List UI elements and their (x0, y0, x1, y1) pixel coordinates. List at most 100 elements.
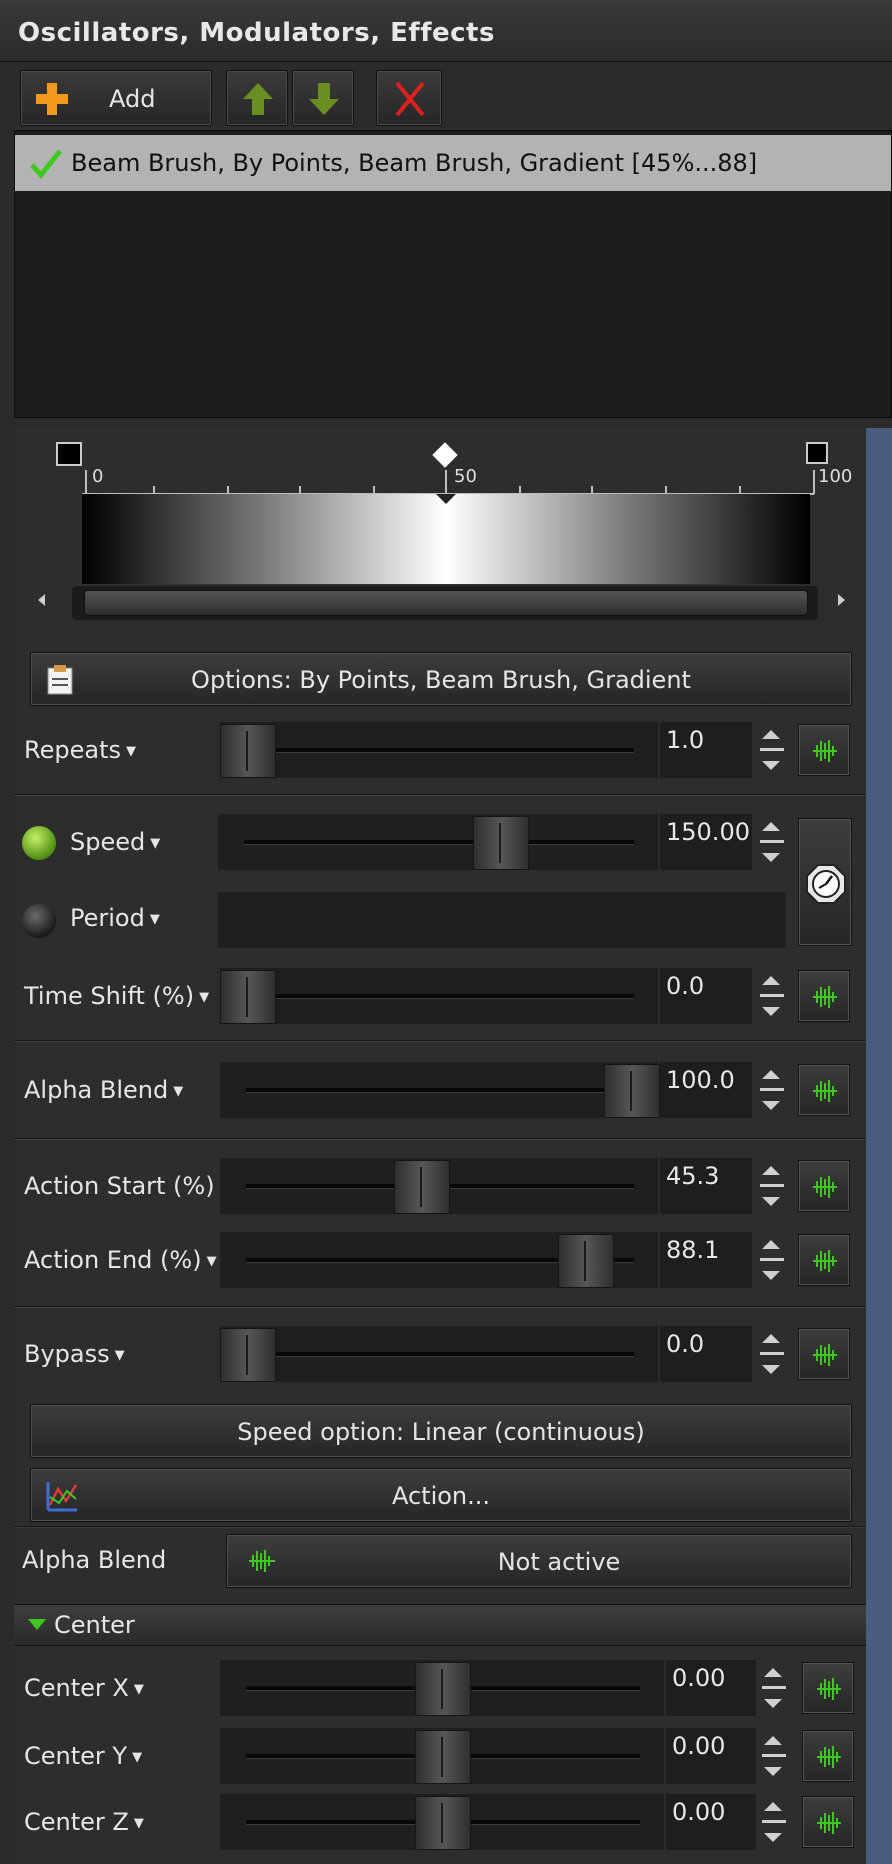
action-start-value: 45.3 (666, 1162, 720, 1190)
repeats-value-field[interactable]: 1.0 (660, 722, 752, 778)
check-icon (30, 149, 62, 179)
alpha-blend-mod-label: Alpha Blend (22, 1546, 167, 1574)
repeats-spinner[interactable] (754, 722, 790, 778)
scroll-right-icon[interactable] (838, 594, 845, 606)
tick-label-mid: 50 (454, 466, 477, 487)
alpha-blend-label[interactable]: Alpha Blend ▼ (24, 1076, 183, 1104)
options-button[interactable]: Options: By Points, Beam Brush, Gradient (30, 652, 852, 706)
add-button[interactable]: Add (20, 70, 212, 126)
speed-slider[interactable] (218, 814, 658, 870)
time-shift-value-field[interactable]: 0.0 (660, 968, 752, 1024)
bypass-value-field[interactable]: 0.0 (660, 1326, 752, 1382)
action-end-value: 88.1 (666, 1236, 720, 1264)
period-field[interactable] (218, 892, 786, 948)
center-x-value-field[interactable]: 0.00 (666, 1660, 756, 1716)
center-z-value-field[interactable]: 0.00 (666, 1794, 756, 1850)
center-x-label[interactable]: Center X ▼ (24, 1674, 144, 1702)
modulator-button[interactable] (798, 1328, 850, 1380)
slider-thumb[interactable] (415, 1730, 471, 1784)
delete-button[interactable] (376, 70, 442, 126)
modulator-button[interactable] (798, 1064, 850, 1116)
slider-thumb[interactable] (415, 1796, 471, 1850)
center-y-value-field[interactable]: 0.00 (666, 1728, 756, 1784)
bypass-label[interactable]: Bypass ▼ (24, 1340, 125, 1368)
repeats-label[interactable]: Repeats ▼ (24, 736, 136, 764)
center-z-spinner[interactable] (756, 1794, 792, 1850)
alpha-blend-value-field[interactable]: 100.0 (660, 1062, 752, 1118)
slider-thumb[interactable] (220, 724, 276, 778)
modulator-button[interactable] (798, 970, 850, 1022)
slider-thumb[interactable] (473, 816, 529, 870)
slider-thumb[interactable] (394, 1160, 450, 1214)
side-scrollbar[interactable] (866, 428, 892, 1864)
action-button[interactable]: Action... (30, 1468, 852, 1522)
repeats-label-text: Repeats (24, 736, 121, 764)
x-icon (395, 81, 425, 117)
speed-label[interactable]: Speed ▼ (70, 828, 160, 856)
bypass-slider[interactable] (220, 1326, 658, 1382)
alpha-blend-spinner[interactable] (754, 1062, 790, 1118)
center-y-value: 0.00 (672, 1732, 726, 1760)
gradient-stop-end[interactable] (806, 442, 828, 464)
period-label[interactable]: Period ▼ (70, 904, 160, 932)
slider-thumb[interactable] (220, 970, 276, 1024)
action-end-label[interactable]: Action End (%) ▼ (24, 1246, 217, 1274)
center-group-header[interactable]: Center (14, 1604, 866, 1646)
speed-active-led[interactable] (22, 826, 56, 860)
move-up-button[interactable] (226, 70, 288, 126)
center-x-slider[interactable] (220, 1660, 664, 1716)
action-end-label-text: Action End (%) (24, 1246, 202, 1274)
waveform-icon (813, 1176, 837, 1198)
action-end-spinner[interactable] (754, 1232, 790, 1288)
add-button-label: Add (109, 85, 156, 113)
oscillator-list[interactable]: Beam Brush, By Points, Beam Brush, Gradi… (14, 130, 892, 418)
speed-value-field[interactable]: 150.00 (660, 814, 752, 870)
gradient-scrollbar[interactable] (72, 586, 818, 620)
action-start-spinner[interactable] (754, 1158, 790, 1214)
center-y-label[interactable]: Center Y ▼ (24, 1742, 142, 1770)
slider-thumb[interactable] (415, 1662, 471, 1716)
slider-thumb[interactable] (220, 1328, 276, 1382)
slider-thumb[interactable] (604, 1064, 660, 1118)
period-active-led[interactable] (22, 904, 56, 938)
time-shift-slider[interactable] (220, 968, 658, 1024)
action-start-value-field[interactable]: 45.3 (660, 1158, 752, 1214)
gradient-preview[interactable] (82, 494, 810, 584)
gradient-stop-start[interactable] (56, 442, 82, 466)
action-start-slider[interactable] (220, 1158, 658, 1214)
speed-spinner[interactable] (754, 814, 790, 870)
divider (14, 1040, 866, 1042)
center-z-label[interactable]: Center Z ▼ (24, 1808, 144, 1836)
action-start-label[interactable]: Action Start (%)▼ (24, 1172, 230, 1200)
waveform-icon (813, 1080, 837, 1102)
time-shift-spinner[interactable] (754, 968, 790, 1024)
modulator-button[interactable] (802, 1730, 854, 1782)
speed-option-button[interactable]: Speed option: Linear (continuous) (30, 1404, 852, 1458)
modulator-button[interactable] (802, 1796, 854, 1848)
slider-thumb[interactable] (558, 1234, 614, 1288)
center-y-spinner[interactable] (756, 1728, 792, 1784)
repeats-slider[interactable] (220, 722, 658, 778)
move-down-button[interactable] (292, 70, 354, 126)
time-shift-label[interactable]: Time Shift (%) ▼ (24, 982, 209, 1010)
modulator-button[interactable] (798, 724, 850, 776)
center-x-spinner[interactable] (756, 1660, 792, 1716)
center-z-slider[interactable] (220, 1794, 664, 1850)
action-end-slider[interactable] (220, 1232, 658, 1288)
gradient-ruler: 0 50 100 (54, 440, 866, 500)
dropdown-caret-icon: ▼ (133, 1681, 144, 1697)
alpha-blend-slider[interactable] (220, 1062, 660, 1118)
modulator-button[interactable] (802, 1662, 854, 1714)
center-y-label-text: Center Y (24, 1742, 128, 1770)
scroll-thumb[interactable] (84, 590, 808, 616)
alpha-blend-mod-button[interactable]: Not active (226, 1534, 852, 1588)
bypass-spinner[interactable] (754, 1326, 790, 1382)
modulator-button[interactable] (798, 1160, 850, 1212)
center-y-slider[interactable] (220, 1728, 664, 1784)
tempo-sync-button[interactable] (798, 818, 852, 946)
list-item[interactable]: Beam Brush, By Points, Beam Brush, Gradi… (15, 135, 891, 191)
action-end-value-field[interactable]: 88.1 (660, 1232, 752, 1288)
action-start-label-text: Action Start (%) (24, 1172, 215, 1200)
scroll-left-icon[interactable] (38, 594, 45, 606)
modulator-button[interactable] (798, 1234, 850, 1286)
